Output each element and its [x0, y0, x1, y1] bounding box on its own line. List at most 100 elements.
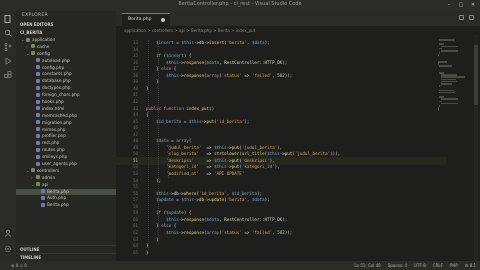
- tree-item-api[interactable]: ⌄ api: [16, 182, 116, 189]
- minimap-line: [439, 65, 453, 67]
- php-file-icon: [36, 154, 40, 159]
- line-number: 35: [132, 53, 138, 59]
- tree-item-controllers[interactable]: ⌄ controllers: [16, 168, 116, 175]
- php-file-icon: [41, 202, 45, 207]
- title-bar: BeritaController.php - ci_rest - Visual …: [0, 0, 480, 11]
- debug-icon[interactable]: [4, 57, 12, 65]
- tree-item-label: mimes.php: [42, 126, 66, 132]
- tree-item-doctypes-php[interactable]: doctypes.php: [16, 85, 116, 92]
- tree-item-cache[interactable]: › cache: [16, 44, 116, 51]
- php-file-icon: [36, 78, 40, 83]
- tree-item-autoload-php[interactable]: autoload.php: [16, 58, 116, 65]
- open-editors-section[interactable]: OPEN EDITORS: [16, 21, 116, 29]
- tree-item-index-html[interactable]: index.html: [16, 106, 116, 113]
- file-tree: ⌄ application › cache ⌄ config autoload.php con…: [16, 37, 116, 209]
- more-actions-icon[interactable]: [469, 15, 474, 20]
- breadcrumb[interactable]: application > controllers > api > Berita…: [116, 26, 480, 35]
- status-item[interactable]: UTF-8: [414, 261, 426, 270]
- settings-icon[interactable]: [4, 245, 12, 253]
- code-line[interactable]: 'slug_berita' => strtolower(url_title($t…: [146, 151, 340, 156]
- code-editor[interactable]: 33 34 35 36 37 38 39 40 41 42 43 44 45 46 47 48 49 50 51 52…: [116, 35, 480, 261]
- status-item[interactable]: PHP: [450, 261, 458, 270]
- search-icon[interactable]: [4, 29, 12, 37]
- tree-item-config[interactable]: ⌄ config: [16, 51, 116, 58]
- source-control-icon[interactable]: [4, 43, 12, 51]
- files-icon[interactable]: [4, 15, 12, 23]
- code-line[interactable]: $this->response($data, RestController::H…: [146, 217, 287, 222]
- line-number: 34: [132, 46, 138, 52]
- php-file-icon: [36, 92, 40, 97]
- close-icon[interactable]: ✕: [470, 2, 476, 8]
- tree-item-user-agents-php[interactable]: user_agents.php: [16, 161, 116, 168]
- folder-icon: [31, 168, 35, 173]
- tree-item-config-php[interactable]: config.php: [16, 65, 116, 72]
- tree-item-foreign-chars-php[interactable]: foreign_chars.php: [16, 92, 116, 99]
- split-editor-icon[interactable]: [459, 15, 464, 20]
- code-line[interactable]: 'deskripsi' => $this->put('deskripsi'),: [146, 158, 274, 163]
- tree-item-database-php[interactable]: database.php: [16, 78, 116, 85]
- status-problems[interactable]: ⊗ 0 ⚠ 0: [11, 261, 27, 270]
- project-folder[interactable]: CI_BERITA: [16, 29, 116, 37]
- tree-item-label: autoload.php: [42, 57, 70, 63]
- code-line[interactable]: $data = array(: [146, 138, 191, 143]
- code-line[interactable]: 'judul_berita' => $this->put('judul_beri…: [146, 145, 282, 150]
- extensions-icon[interactable]: [4, 71, 12, 79]
- code-line[interactable]: }: [146, 250, 149, 255]
- modified-dot-icon[interactable]: [161, 18, 165, 22]
- folder-icon: [31, 51, 35, 56]
- code-line[interactable]: } else {: [146, 66, 176, 71]
- tree-item-label: constants.php: [42, 71, 72, 77]
- minimap-line: [440, 83, 452, 85]
- tree-item-auth-php[interactable]: Auth.php: [16, 195, 116, 202]
- tree-item-profiler-php[interactable]: profiler.php: [16, 133, 116, 140]
- php-file-icon: [36, 58, 40, 63]
- timeline-section[interactable]: TIMELINE: [16, 253, 116, 261]
- outline-section[interactable]: OUTLINE: [16, 245, 116, 253]
- account-icon[interactable]: [4, 229, 12, 237]
- tab-label: Berita.php: [128, 17, 152, 22]
- tree-item-label: Berita.php: [47, 202, 69, 208]
- tree-item-application[interactable]: ⌄ application: [16, 37, 116, 44]
- tree-item-routes-php[interactable]: routes.php: [16, 147, 116, 154]
- code-line[interactable]: $this->db->where('id_berita', $id_berita…: [146, 191, 262, 196]
- status-item[interactable]: CRLF: [433, 261, 443, 270]
- tree-item-rest-php[interactable]: rest.php: [16, 140, 116, 147]
- code-area[interactable]: $insert = $this->db->insert('berita', $d…: [146, 35, 446, 261]
- tree-item-memcached-php[interactable]: memcached.php: [16, 113, 116, 120]
- php-file-icon: [41, 189, 45, 194]
- code-line[interactable]: $id_berita = $this->put('id_berita');: [146, 119, 249, 124]
- code-line[interactable]: if ($update) {: [146, 210, 191, 215]
- tree-item-hooks-php[interactable]: hooks.php: [16, 99, 116, 106]
- code-line[interactable]: 'kategori_id' => $this->put('kategori_id…: [146, 164, 280, 169]
- tree-item-label: hooks.php: [42, 99, 64, 105]
- code-line[interactable]: $this->response($data, RestController::H…: [146, 60, 287, 65]
- tree-item-berita-php[interactable]: Berita.php: [16, 188, 116, 196]
- minimap[interactable]: [438, 35, 472, 261]
- tree-item-mimes-php[interactable]: mimes.php: [16, 127, 116, 134]
- line-number: 49: [132, 144, 138, 150]
- code-line[interactable]: public function index_put(): [146, 106, 214, 111]
- scrollbar-thumb[interactable]: [474, 45, 478, 105]
- code-line[interactable]: $update = $this->db->update('berita', $d…: [146, 197, 270, 202]
- status-item[interactable]: Spaces: 4: [388, 261, 407, 270]
- tab-berita-php[interactable]: Berita.php: [122, 13, 170, 26]
- tree-item-constants-php[interactable]: constants.php: [16, 71, 116, 78]
- php-file-icon: [36, 120, 40, 125]
- tree-item-admin[interactable]: › admin: [16, 175, 116, 182]
- code-line[interactable]: } else {: [146, 223, 176, 228]
- code-line[interactable]: $this->response(array('status' => 'faile…: [146, 73, 292, 78]
- tree-item-migration-php[interactable]: migration.php: [16, 120, 116, 127]
- php-file-icon: [36, 140, 40, 145]
- code-line[interactable]: 'modified_at' => 'API UPDATE': [146, 171, 244, 176]
- indent-guide: [148, 40, 149, 250]
- status-item[interactable]: ⚙ 8.1: [465, 261, 476, 270]
- code-line[interactable]: $this->response(array('status' => 'faile…: [146, 230, 292, 235]
- tree-item-smileys-php[interactable]: smileys.php: [16, 154, 116, 161]
- code-line[interactable]: $insert = $this->db->insert('berita', $d…: [146, 40, 270, 45]
- minimap-line: [439, 39, 456, 41]
- status-item[interactable]: Ln 51, Col 40: [354, 261, 380, 270]
- minimize-icon[interactable]: –: [446, 2, 452, 8]
- maximize-icon[interactable]: □: [458, 2, 464, 8]
- tree-item-berita-php[interactable]: Berita.php: [16, 202, 116, 209]
- code-line[interactable]: if ($insert) {: [146, 53, 191, 58]
